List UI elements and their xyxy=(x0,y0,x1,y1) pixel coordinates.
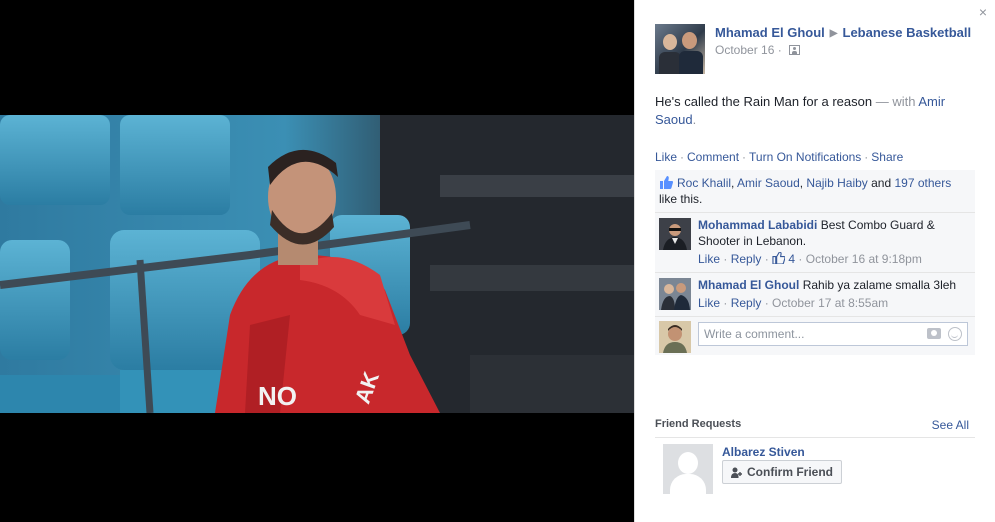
post-message: He's called the Rain Man for a reason — … xyxy=(655,93,975,129)
viewer-avatar xyxy=(659,321,691,353)
emoji-icon[interactable] xyxy=(948,327,962,341)
notifications-action[interactable]: Turn On Notifications xyxy=(749,150,861,164)
comment-item: Mhamad El Ghoul Rahib ya zalame smalla 3… xyxy=(655,273,975,317)
with-label: — with xyxy=(872,94,919,109)
confirm-friend-label: Confirm Friend xyxy=(747,465,833,479)
post-date[interactable]: October 16 xyxy=(715,43,774,57)
friend-requests-title: Friend Requests xyxy=(655,418,742,430)
comment-timestamp[interactable]: October 17 at 8:55am xyxy=(772,296,888,310)
comment-timestamp[interactable]: October 16 at 9:18pm xyxy=(806,252,922,266)
author-name-link[interactable]: Mhamad El Ghoul xyxy=(715,25,825,40)
page-name-link[interactable]: Lebanese Basketball xyxy=(843,25,972,40)
likes-suffix: like this. xyxy=(659,192,703,206)
like-action[interactable]: Like xyxy=(655,150,677,164)
comment-like-count[interactable]: 4 xyxy=(788,252,795,266)
post-photo[interactable]: NO AK xyxy=(0,115,634,413)
comment-action[interactable]: Comment xyxy=(687,150,739,164)
requester-name-link[interactable]: Albarez Stiven xyxy=(722,445,805,459)
comment-like-link[interactable]: Like xyxy=(698,252,720,266)
commenter-avatar[interactable] xyxy=(659,278,691,310)
see-all-link[interactable]: See All xyxy=(932,418,969,432)
post-actions: Like · Comment · Turn On Notifications · Share xyxy=(655,150,904,164)
requester-avatar[interactable] xyxy=(663,444,713,494)
audience-friends-icon[interactable] xyxy=(789,45,801,55)
share-action[interactable]: Share xyxy=(871,150,903,164)
liker-link[interactable]: Amir Saoud xyxy=(737,176,800,190)
triangle-right-icon: ▶ xyxy=(829,28,838,39)
comment-reply-link[interactable]: Reply xyxy=(731,296,762,310)
commenter-avatar[interactable] xyxy=(659,218,691,250)
comment-meta: Like · Reply · October 17 at 8:55am xyxy=(698,296,889,310)
comment-meta: Like · Reply · 4 · October 16 at 9:18pm xyxy=(698,251,922,266)
camera-icon[interactable] xyxy=(927,328,941,339)
comment-item: Mohammad Lababidi Best Combo Guard & Sho… xyxy=(655,213,975,273)
post-date-line: October 16 · xyxy=(715,43,985,57)
comment-input[interactable] xyxy=(699,323,909,345)
friend-request-item: Albarez Stiven Confirm Friend xyxy=(663,444,973,496)
liker-link[interactable]: Roc Khalil xyxy=(677,176,731,190)
comment-author-link[interactable]: Mhamad El Ghoul xyxy=(698,278,799,292)
likes-and: and xyxy=(867,176,895,190)
photo-stage[interactable]: NO AK xyxy=(0,0,634,522)
svg-text:NO: NO xyxy=(258,381,297,411)
close-icon[interactable]: × xyxy=(979,4,987,20)
add-friend-icon xyxy=(731,467,742,478)
comment-composer xyxy=(655,317,975,355)
friend-requests-header: Friend Requests See All xyxy=(655,416,975,438)
post-details-panel: × Mhamad El Ghoul ▶ Lebanese Basketball Oc… xyxy=(634,0,995,522)
thumbs-up-outline-icon xyxy=(772,251,786,265)
comment-input-wrapper xyxy=(698,322,968,346)
author-line: Mhamad El Ghoul ▶ Lebanese Basketball xyxy=(715,25,985,40)
basketball-player-image: NO AK xyxy=(0,115,634,413)
comment-like-link[interactable]: Like xyxy=(698,296,720,310)
confirm-friend-button[interactable]: Confirm Friend xyxy=(722,460,842,484)
author-avatar[interactable] xyxy=(655,24,705,74)
likes-summary: Roc Khalil, Amir Saoud, Najib Haiby and … xyxy=(655,170,975,213)
thumbs-up-icon xyxy=(660,176,673,189)
liker-link[interactable]: Najib Haiby xyxy=(806,176,867,190)
post-header: Mhamad El Ghoul ▶ Lebanese Basketball Octo… xyxy=(715,25,985,57)
post-message-end: . xyxy=(692,112,697,127)
feedback-section: Roc Khalil, Amir Saoud, Najib Haiby and … xyxy=(655,170,975,355)
comment-author-link[interactable]: Mohammad Lababidi xyxy=(698,218,817,232)
comment-text: Rahib ya zalame smalla 3leh xyxy=(802,278,957,292)
comment-reply-link[interactable]: Reply xyxy=(731,252,762,266)
post-message-text: He's called the Rain Man for a reason xyxy=(655,94,873,109)
others-liked-link[interactable]: 197 others xyxy=(894,176,951,190)
